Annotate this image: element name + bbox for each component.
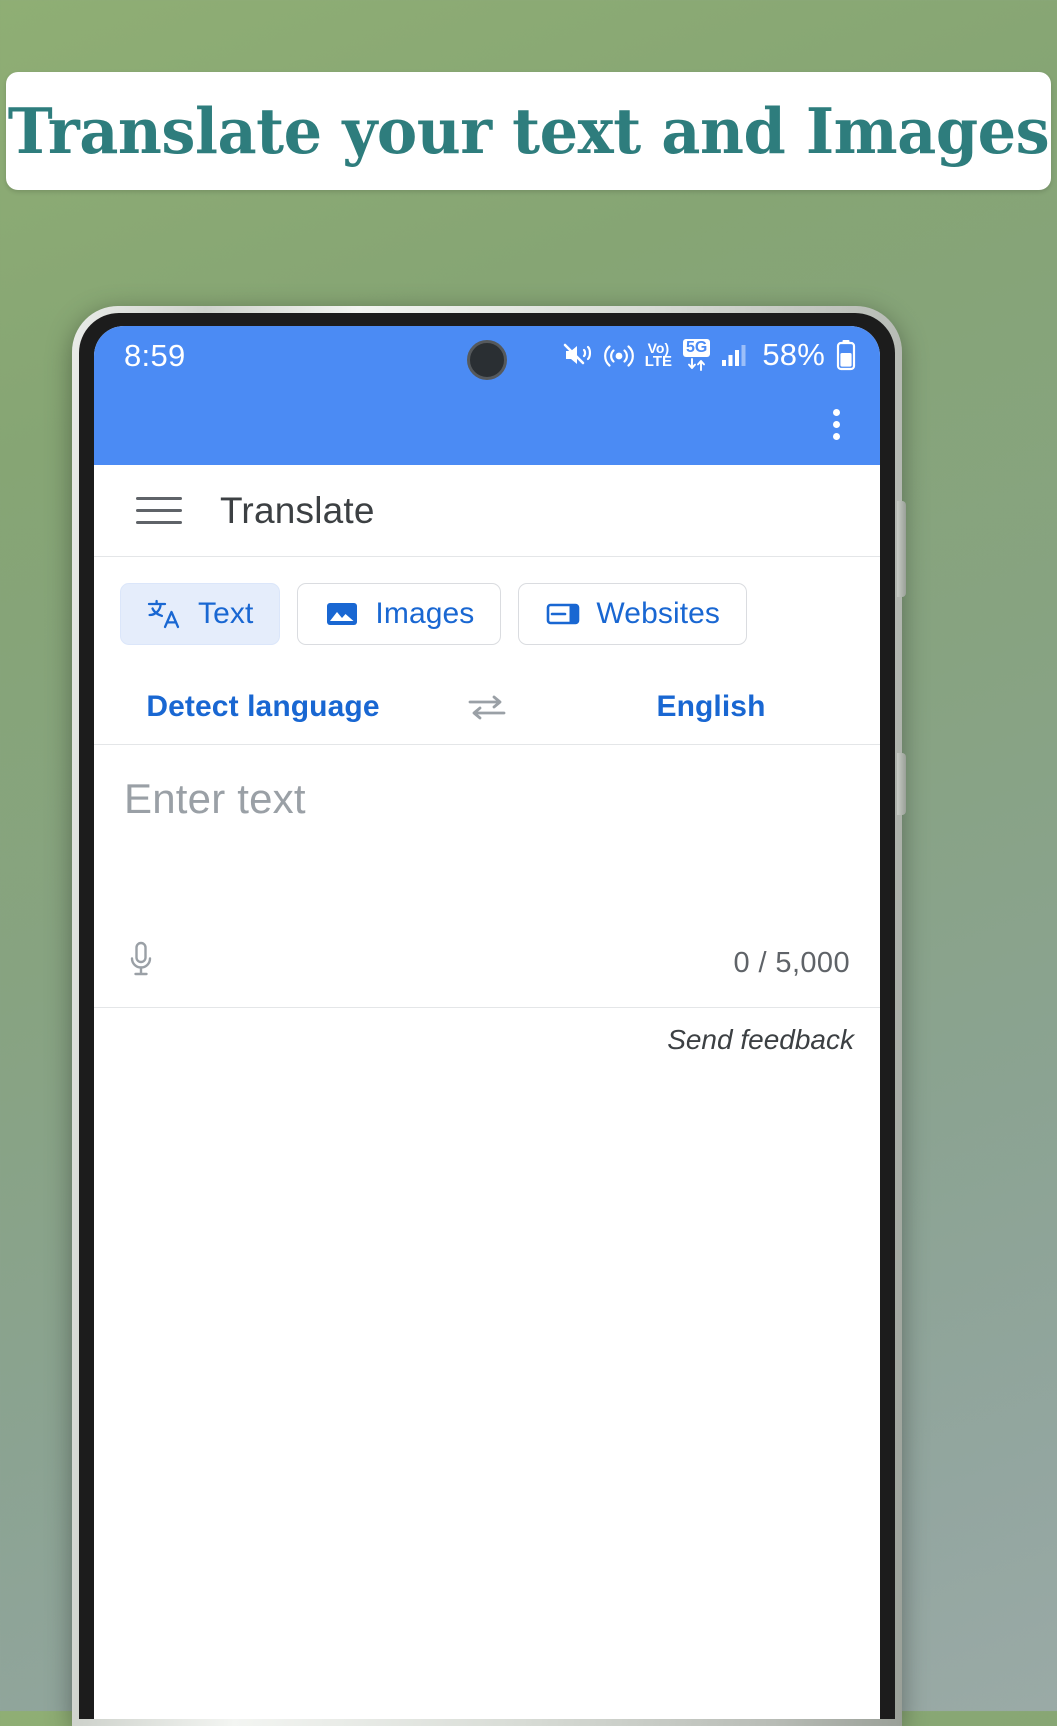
language-selector-row: Detect language English <box>94 669 880 745</box>
translation-result-area <box>94 1074 880 1719</box>
hotspot-icon <box>603 342 634 368</box>
tab-websites-label: Websites <box>596 597 721 630</box>
promo-banner: Translate your text and Images <box>6 72 1051 190</box>
feedback-row: Send feedback <box>94 1008 880 1074</box>
signal-bars-icon <box>721 342 749 368</box>
phone-bezel: 8:59 Vo) LTE 5G 58% Translate Text Image… <box>79 313 895 1719</box>
phone-mockup: 8:59 Vo) LTE 5G 58% Translate Text Image… <box>72 306 906 1726</box>
promo-banner-text: Translate your text and Images <box>7 94 1050 168</box>
tab-text[interactable]: Text <box>120 583 281 645</box>
app-bar <box>94 384 880 465</box>
front-camera-punch-hole <box>467 340 507 380</box>
text-input-area[interactable]: Enter text 0 / 5,000 <box>94 745 880 1007</box>
text-input-footer: 0 / 5,000 <box>94 940 880 987</box>
microphone-icon[interactable] <box>126 940 156 987</box>
tab-images[interactable]: Images <box>297 583 502 645</box>
character-counter: 0 / 5,000 <box>733 947 850 979</box>
tab-images-label: Images <box>375 597 475 630</box>
mute-vibrate-icon <box>563 342 593 368</box>
5g-data-icon: 5G <box>683 339 711 371</box>
battery-percentage: 58% <box>762 337 825 372</box>
volte-icon: Vo) LTE <box>644 341 672 370</box>
website-icon <box>545 598 581 630</box>
network-type-badge: 5G <box>683 339 711 357</box>
data-transfer-arrows-icon <box>687 358 705 371</box>
image-icon <box>324 598 360 630</box>
page-title: Translate <box>220 489 375 531</box>
status-bar: 8:59 Vo) LTE 5G 58% <box>94 326 880 384</box>
status-bar-icons: Vo) LTE 5G 58% <box>563 337 856 373</box>
more-options-icon[interactable] <box>827 403 846 446</box>
target-language-button[interactable]: English <box>542 690 880 724</box>
battery-icon <box>836 339 856 371</box>
status-bar-clock: 8:59 <box>124 337 186 373</box>
text-input-placeholder: Enter text <box>124 775 306 822</box>
tab-websites[interactable]: Websites <box>518 583 748 645</box>
send-feedback-link[interactable]: Send feedback <box>667 1024 854 1056</box>
volume-button[interactable] <box>897 501 906 597</box>
phone-screen: 8:59 Vo) LTE 5G 58% Translate Text Image… <box>94 326 880 1719</box>
volte-bottom-label: LTE <box>644 352 672 370</box>
source-language-button[interactable]: Detect language <box>94 690 432 724</box>
tab-text-label: Text <box>198 597 254 630</box>
hamburger-menu-icon[interactable] <box>136 497 182 524</box>
power-button[interactable] <box>897 753 906 815</box>
mode-tabs: Text Images Websites <box>94 557 880 669</box>
translate-header: Translate <box>94 465 880 557</box>
translate-icon <box>147 598 183 630</box>
swap-languages-icon[interactable] <box>432 692 542 722</box>
